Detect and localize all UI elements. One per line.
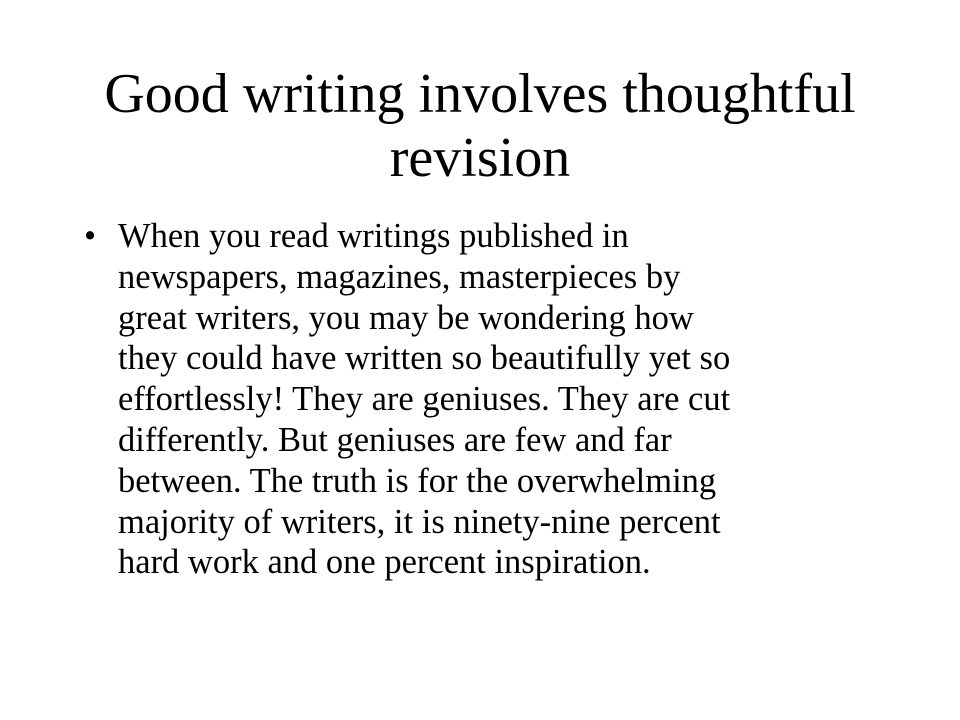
bullet-text-line: great writers, you may be wondering how <box>118 298 694 337</box>
bullet-text-line: they could have written so beautifully y… <box>118 339 731 378</box>
bullet-text-line: majority of writers, it is ninety-nine p… <box>118 502 721 541</box>
bullet-text-line: differently. But geniuses are few and fa… <box>118 420 672 459</box>
bullet-text-line: newspapers, magazines, masterpieces by <box>118 257 681 296</box>
bullet-text-line: between. The truth is for the overwhelmi… <box>118 461 717 500</box>
bullet-text-line: hard work and one percent inspiration. <box>118 543 651 582</box>
slide: Good writing involves thoughtful revisio… <box>0 0 960 720</box>
bullet-marker: • <box>84 217 97 255</box>
bullet-text: When you read writings published in news… <box>118 216 884 583</box>
bullet-item: • When you read writings published in ne… <box>84 216 884 583</box>
bullet-list: • When you read writings published in ne… <box>84 216 884 583</box>
bullet-text-line: effortlessly! They are geniuses. They ar… <box>118 380 731 419</box>
slide-title: Good writing involves thoughtful revisio… <box>104 63 856 189</box>
bullet-text-line: When you read writings published in <box>118 217 629 255</box>
